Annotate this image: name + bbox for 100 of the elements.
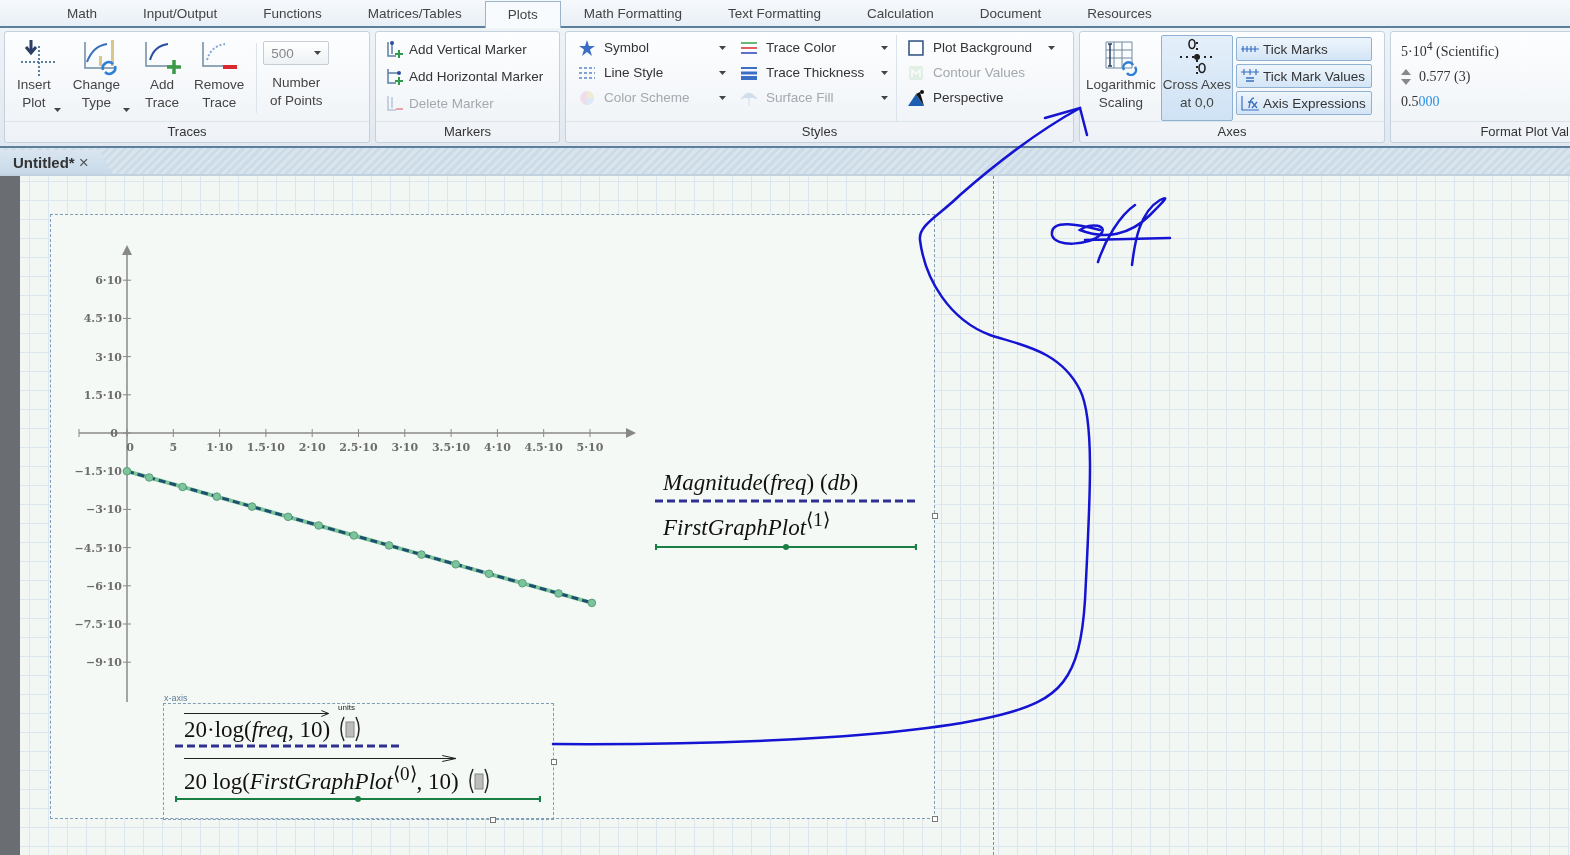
ribbon-tab[interactable]: Math [44,1,120,26]
caret-icon [719,70,726,75]
resize-handle[interactable] [490,817,496,823]
star-icon [578,38,596,57]
x-tick-label: 4·10 [484,441,511,454]
ribbon-button[interactable]: Insert Plot [11,35,67,121]
ribbon-tab[interactable]: Math Formatting [560,1,705,26]
y-tick-label: 3·10 [95,350,122,364]
caret-icon [881,45,888,50]
data-point [384,541,394,550]
spinner-icon[interactable] [1401,67,1411,86]
horizontal-marker-icon [386,67,404,85]
marker-button[interactable]: Add Vertical Marker [382,37,548,61]
y-tick-label: 4.5·10 [83,312,122,326]
unit-placeholder-icon[interactable] [338,715,363,743]
ribbon-tab[interactable]: Calculation [844,1,957,26]
ribbon-tab[interactable]: Text Formatting [704,1,844,26]
group-title: Format Plot Val [1391,121,1570,142]
scientific-format-option[interactable]: 5·10$^{4}$ (Scientific) [1401,40,1499,60]
data-point [144,473,154,482]
axis-expression[interactable]: 20·log(freq, 10) [184,717,331,743]
x-tick-label: 5·10 [576,441,604,454]
trace-label[interactable]: Magnitude(freq) (db) [655,470,917,496]
precision-value[interactable]: 0.577 (3) [1419,68,1471,85]
perspective-icon [907,88,925,107]
delete-marker-icon [386,94,404,112]
ribbon-button[interactable]: Change Type [66,35,137,121]
x-tick-label: 5 [169,441,178,454]
x-tick-label: 4.5·10 [524,441,563,454]
data-point [283,512,293,522]
ribbon-tab[interactable]: Plots [484,1,561,28]
axis-toggle-button[interactable]: Axis Expressions [1236,91,1373,115]
caret-icon [881,95,888,100]
x-tick-label: 2.5·10 [339,441,378,454]
x-tick-label: 1·10 [206,441,233,454]
caret-icon [719,45,726,50]
group-title: Markers [376,121,559,142]
vertical-marker-icon [386,40,404,58]
frame-icon [907,38,925,57]
y-tick-label: 6·10 [95,274,122,288]
group-title: Axes [1080,121,1384,142]
data-point [451,560,461,569]
caret-icon [719,95,726,100]
style-button[interactable]: Trace Color [734,35,894,60]
document-title[interactable]: Untitled* [13,153,75,171]
style-button[interactable]: Symbol [572,35,732,60]
cross-axes-button[interactable]: Cross Axes at 0,0 [1160,35,1234,121]
style-button[interactable]: Perspective [901,85,1061,110]
x-tick-label: 1.5·10 [246,441,286,454]
tick-marks-icon [1240,43,1261,55]
x-axis-label: x-axis [164,693,188,703]
group-title: Styles [566,121,1073,142]
data-point [122,466,132,476]
caret-icon [123,108,131,112]
vector-arrow-icon [184,710,331,717]
caret-icon [1048,45,1055,50]
y-tick-label: −6·10 [86,579,122,593]
close-button[interactable]: × [78,153,89,171]
y-tick-label: −4.5·10 [74,541,122,555]
unit-placeholder-icon[interactable] [466,766,491,795]
contour-icon [907,63,925,82]
color-wheel-icon [578,88,596,107]
data-point [484,569,494,579]
y-tick-label: −9·10 [86,656,122,670]
caret-icon [53,108,61,112]
data-point [212,492,222,501]
axis-toggle-button[interactable]: Tick Mark Values [1236,64,1373,88]
tick-values-icon [1240,68,1261,84]
data-point [314,521,323,530]
axis-expression-icon [1240,95,1261,111]
ribbon-button[interactable]: Remove Trace [188,35,251,121]
ribbon-tab[interactable]: Matrices/Tables [344,1,485,26]
ribbon-tab[interactable]: Resources [1064,1,1175,26]
ribbon-tab[interactable]: Functions [240,1,345,26]
style-button[interactable]: Trace Thickness [734,60,894,85]
axis-expression[interactable]: 20 log(FirstGraphPlot$^{⟨0⟩}$, 10) [184,762,459,795]
units-label: units [338,703,355,712]
group-title: Traces [5,121,369,142]
resize-handle[interactable] [932,513,938,519]
trace-label[interactable]: FirstGraphPlot$^{⟨1⟩}$ [655,508,917,541]
caret-icon [881,70,888,75]
ribbon-tab[interactable]: Input/Output [120,1,241,26]
data-point [349,531,359,540]
resize-handle[interactable] [551,759,557,765]
marker-button[interactable]: Add Horizontal Marker [382,64,548,88]
style-button[interactable]: Plot Background [901,35,1061,60]
document-tab[interactable]: Untitled* × [0,150,113,174]
ribbon-button[interactable]: Add Trace [136,35,189,121]
axis-toggle-button[interactable]: Tick Marks [1236,37,1373,61]
y-tick-label: 1.5·10 [83,388,122,402]
ribbon-tab[interactable]: Document [956,1,1065,26]
data-point [178,482,187,492]
log-scaling-button[interactable]: Logarithmic Scaling [1084,35,1158,121]
caret-icon [314,51,322,55]
style-button[interactable]: Line Style [572,60,732,85]
resize-handle[interactable] [932,816,938,822]
data-point [417,550,426,559]
data-point [587,598,597,608]
data-point [247,502,257,511]
data-point [554,589,563,598]
